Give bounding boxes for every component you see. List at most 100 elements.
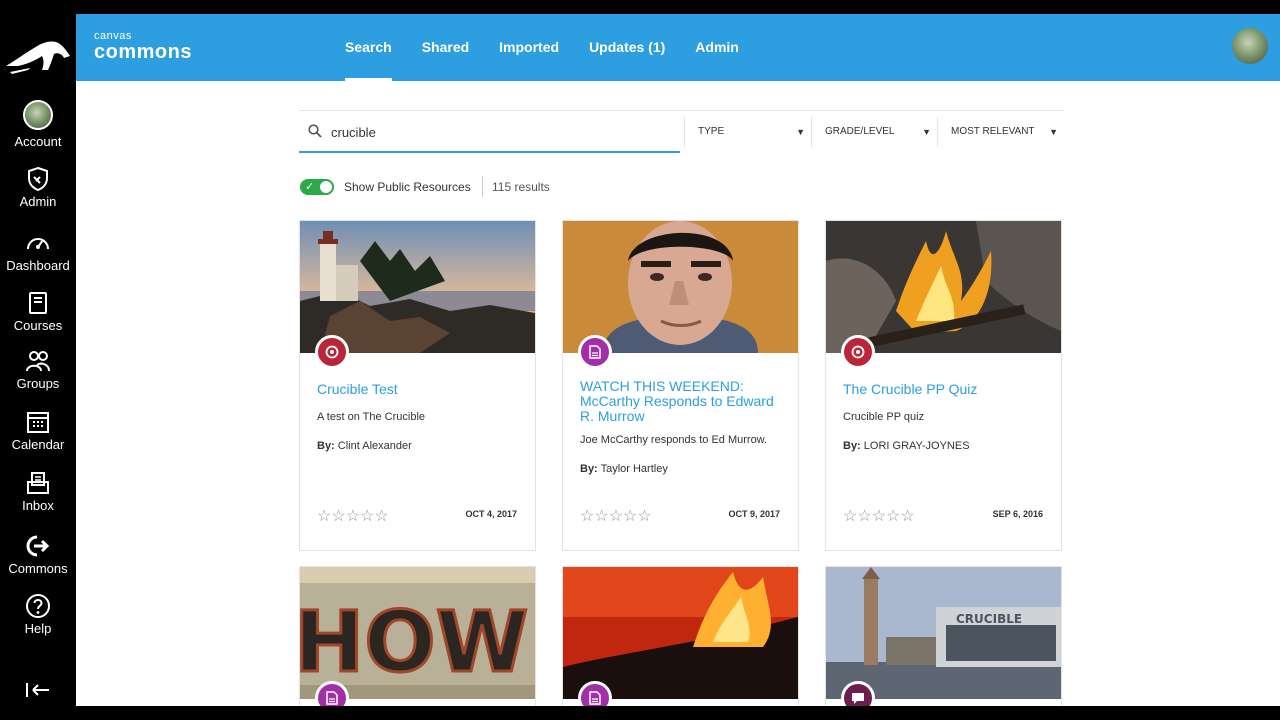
nav-courses[interactable]: Courses [0,290,76,333]
sort-label: MOST RELEVANT [951,126,1035,137]
card-author: By: Clint Alexander [317,440,412,452]
nav-account[interactable]: Account [0,100,76,149]
calendar-icon [25,409,51,435]
card-author: By: LORI GRAY-JOYNES [843,440,970,452]
commons-arrow-icon [25,533,51,559]
nav-commons-label: Commons [8,561,68,576]
star-icon[interactable]: ☆ [609,508,623,525]
card-description: Joe McCarthy responds to Ed Murrow. [580,434,768,446]
card-description: Crucible PP quiz [843,411,925,423]
speedometer-icon [25,230,51,256]
quiz-icon [851,345,865,359]
resource-card[interactable]: HOW [299,566,536,706]
star-icon[interactable]: ☆ [580,508,594,525]
resource-card[interactable] [562,566,799,706]
type-filter-label: TYPE [698,126,725,137]
collapse-nav-icon[interactable] [24,680,52,700]
resource-card[interactable]: CRUCIBLE [825,566,1062,706]
tab-imported[interactable]: Imported [484,14,574,81]
star-icon[interactable]: ☆ [594,508,608,525]
star-icon[interactable]: ☆ [360,508,374,525]
sort-dropdown[interactable]: MOST RELEVANT ▼ [937,117,1064,147]
quiz-badge [841,335,875,369]
commons-header: canvas commons Search Shared Imported Up… [76,14,1280,81]
theater-thumbnail[interactable]: CRUCIBLE [826,567,1061,699]
star-icon[interactable]: ☆ [857,508,871,525]
star-icon[interactable]: ☆ [843,508,857,525]
document-icon [326,691,338,705]
search-filter-bar: TYPE ▼ GRADE/LEVEL ▼ MOST RELEVANT ▼ [299,110,1064,153]
star-icon[interactable]: ☆ [317,508,331,525]
by-label: By: [317,440,335,452]
tab-search[interactable]: Search [330,14,407,81]
grade-level-filter-dropdown[interactable]: GRADE/LEVEL ▼ [811,117,937,147]
nav-courses-label: Courses [13,318,63,333]
tab-shared[interactable]: Shared [407,14,484,81]
nav-dashboard-label: Dashboard [6,258,70,273]
lighthouse-thumbnail[interactable] [300,221,535,353]
card-title-link[interactable]: The Crucible PP Quiz [843,382,1048,397]
star-rating[interactable]: ☆☆☆☆☆ [843,506,915,526]
star-icon[interactable]: ☆ [886,508,900,525]
fire-thumbnail[interactable] [563,567,798,699]
brand-big-text: commons [94,41,192,63]
public-resources-label: Show Public Resources [344,180,471,194]
card-author: By: Taylor Hartley [580,463,668,475]
search-input[interactable] [329,120,673,144]
toggle-knob [320,181,332,193]
nav-groups-label: Groups [16,376,60,391]
nav-groups[interactable]: Groups [0,348,76,391]
mccarthy-thumbnail[interactable] [563,221,798,353]
star-icon[interactable]: ☆ [374,508,388,525]
resource-card[interactable]: Crucible Test A test on The Crucible By:… [299,220,536,551]
results-count: 115 results [492,180,550,194]
chevron-down-icon: ▼ [922,127,931,137]
author-name: LORI GRAY-JOYNES [863,440,970,452]
nav-dashboard[interactable]: Dashboard [0,230,76,273]
chevron-down-icon: ▼ [796,127,805,137]
commons-main: canvas commons Search Shared Imported Up… [76,14,1280,706]
star-icon[interactable]: ☆ [346,508,360,525]
tab-admin[interactable]: Admin [680,14,754,81]
header-tabs: Search Shared Imported Updates (1) Admin [330,14,754,81]
star-icon[interactable]: ☆ [872,508,886,525]
nav-help[interactable]: Help [0,593,76,636]
sign-text: HOW [300,593,528,691]
star-rating[interactable]: ☆☆☆☆☆ [580,506,652,526]
nav-admin-label: Admin [19,194,57,209]
nav-inbox[interactable]: Inbox [0,470,76,513]
cougar-logo-icon[interactable] [4,36,72,76]
grade-filter-label: GRADE/LEVEL [825,126,895,137]
by-label: By: [580,463,598,475]
nav-inbox-label: Inbox [22,498,54,513]
author-name: Clint Alexander [337,440,412,452]
star-icon[interactable]: ☆ [637,508,651,525]
discussion-icon [852,693,864,704]
star-icon[interactable]: ☆ [623,508,637,525]
nav-calendar[interactable]: Calendar [0,409,76,452]
resource-card[interactable]: The Crucible PP Quiz Crucible PP quiz By… [825,220,1062,551]
quiz-badge [315,335,349,369]
resource-card[interactable]: WATCH THIS WEEKEND: McCarthy Responds to… [562,220,799,551]
help-icon [25,593,51,619]
inbox-icon [25,470,51,496]
star-icon[interactable]: ☆ [331,508,345,525]
card-title-link[interactable]: Crucible Test [317,382,522,397]
user-avatar[interactable] [1232,28,1268,64]
search-icon [308,124,322,138]
card-title-link[interactable]: WATCH THIS WEEKEND: McCarthy Responds to… [580,379,785,424]
tab-updates[interactable]: Updates (1) [574,14,680,81]
document-icon [589,345,601,359]
star-icon[interactable]: ☆ [900,508,914,525]
nav-account-label: Account [14,134,62,149]
star-rating[interactable]: ☆☆☆☆☆ [317,506,389,526]
how-sign-thumbnail[interactable]: HOW [300,567,535,699]
type-filter-dropdown[interactable]: TYPE ▼ [684,117,811,147]
document-badge [578,335,612,369]
global-navigation: Account Admin Dashboard Courses Groups C… [0,14,76,706]
canvas-commons-logo[interactable]: canvas commons [94,31,192,63]
campfire-thumbnail[interactable] [826,221,1061,353]
nav-admin[interactable]: Admin [0,166,76,209]
public-resources-toggle[interactable]: ✓ [300,179,334,195]
nav-commons[interactable]: Commons [0,533,76,576]
